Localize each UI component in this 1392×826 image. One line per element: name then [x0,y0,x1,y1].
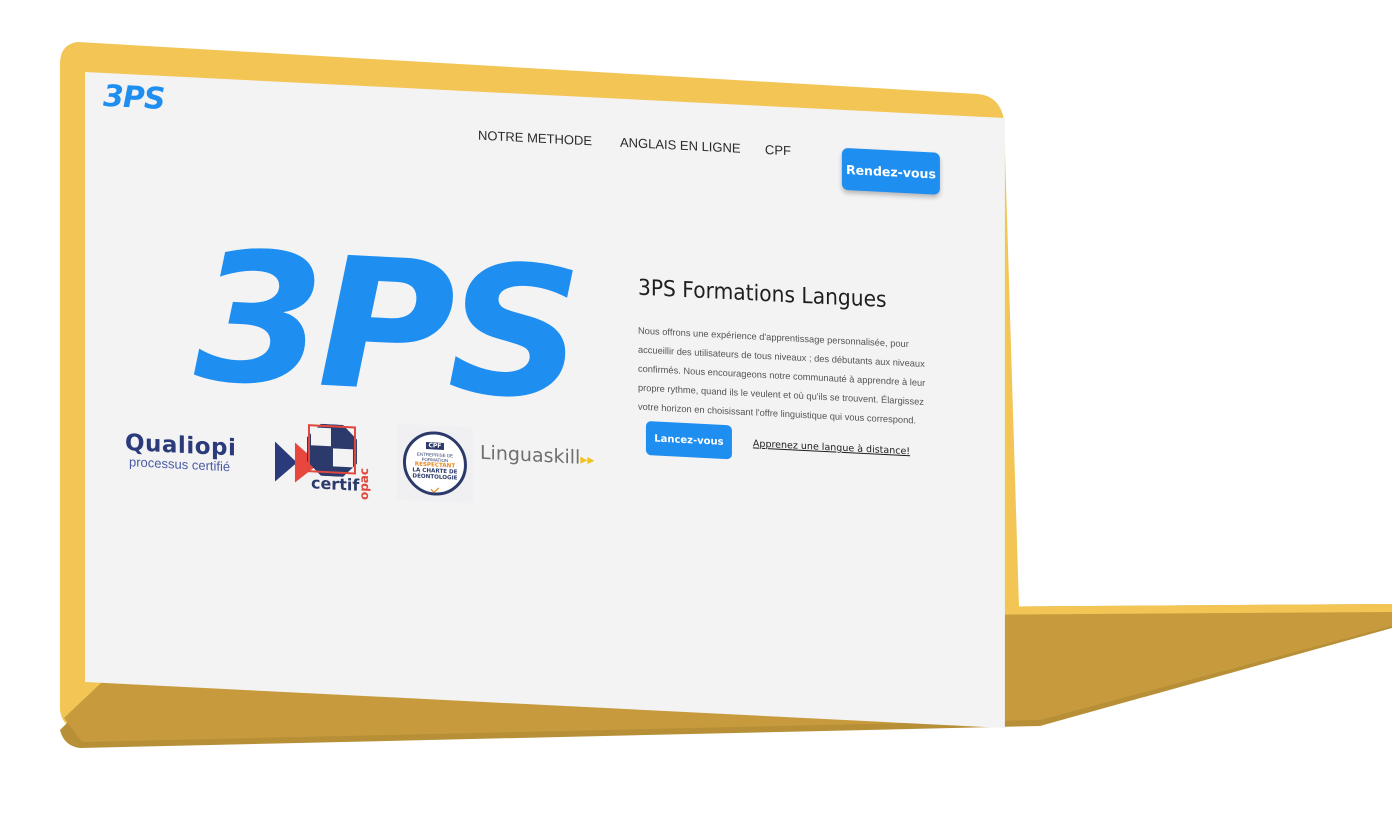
cpf-badge: CPF ENTREPRISE DE FORMATION RESPECTANT L… [396,423,473,504]
hero-description: Nous offrons une expérience d'apprentiss… [637,325,926,426]
linguaskill-arrow-icon: ▸▸ [580,451,595,469]
nav-link-methode[interactable]: NOTRE METHODE [478,128,592,149]
distance-link[interactable]: Apprenez une langue à distance! [753,438,910,457]
check-icon [430,487,440,494]
cpf-tag: CPF [425,442,445,450]
certifopac-logo: certif opac [305,423,375,507]
cpf-seal: CPF ENTREPRISE DE FORMATION RESPECTANT L… [402,429,467,498]
nav-link-anglais[interactable]: ANGLAIS EN LIGNE [620,135,741,156]
nav-link-cpf[interactable]: CPF [765,142,791,158]
nav-logo[interactable]: 3PS [103,79,164,117]
hero-title: 3PS Formations Langues [637,275,887,314]
screen: 3PS NOTRE METHODE ANGLAIS EN LIGNE CPF R… [85,72,1005,728]
lancez-vous-button[interactable]: Lancez-vous [645,421,732,460]
hero-logo: 3PS [193,212,575,441]
certifopac-emblem-icon [306,423,357,477]
certif-text: certif [310,473,360,495]
linguaskill-name: Linguaskill [479,441,581,469]
rendez-vous-button[interactable]: Rendez-vous [841,147,940,195]
laptop-scene: 3PS NOTRE METHODE ANGLAIS EN LIGNE CPF R… [0,0,1392,826]
linguaskill-logo: Linguaskill▸▸ [480,442,594,470]
opac-text: opac [356,467,371,501]
qualiopi-logo: Qualiopi processus certifié [125,430,319,483]
